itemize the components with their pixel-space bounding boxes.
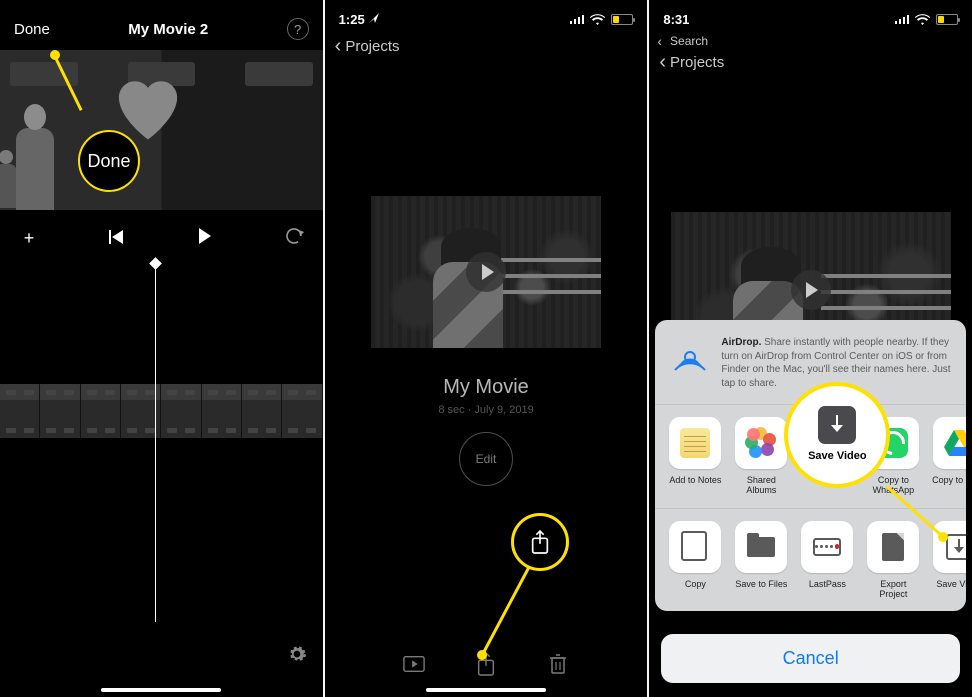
cancel-button[interactable]: Cancel — [661, 634, 960, 683]
back-chevron-icon[interactable]: ‹ — [659, 52, 666, 72]
status-time: 8:31 — [663, 12, 689, 27]
back-chevron-icon[interactable]: ‹ — [335, 36, 342, 56]
action-save-to-files[interactable]: Save to Files — [733, 521, 789, 600]
add-media-button[interactable]: + — [18, 228, 40, 249]
airdrop-text: AirDrop. Share instantly with people nea… — [721, 336, 952, 390]
done-button[interactable]: Done — [14, 21, 50, 38]
location-icon — [369, 13, 379, 26]
screen-project-detail: 1:25 ‹ Projects — [325, 0, 650, 697]
share-apps-row[interactable]: Add to Notes Shared Albums Drive — [655, 405, 966, 508]
battery-icon — [936, 14, 958, 25]
editor-header: Done My Movie 2 ? — [0, 0, 323, 50]
annotation-share — [325, 0, 648, 697]
wifi-icon — [915, 14, 930, 25]
battery-icon — [611, 14, 633, 25]
share-copy-whatsapp[interactable]: Copy to WhatsApp — [865, 417, 921, 496]
home-indicator[interactable] — [426, 688, 546, 692]
share-shared-albums[interactable]: Shared Albums — [733, 417, 789, 496]
movie-subtitle: 8 sec · July 9, 2019 — [325, 404, 648, 416]
action-copy[interactable]: Copy — [667, 521, 723, 600]
movie-title: My Movie — [325, 376, 648, 399]
skip-back-button[interactable] — [106, 228, 128, 249]
home-indicator[interactable] — [101, 688, 221, 692]
signal-icon — [895, 14, 911, 24]
play-overlay-icon — [791, 270, 831, 310]
heart-graphic — [109, 71, 187, 144]
back-projects[interactable]: Projects — [670, 54, 724, 71]
help-button[interactable]: ? — [287, 18, 309, 40]
nav-bar: ‹ Projects — [649, 48, 972, 82]
playhead[interactable] — [155, 262, 156, 622]
screen-share-sheet: 8:31 ‹ Search ‹ Projects — [649, 0, 972, 697]
status-bar: 8:31 — [649, 0, 972, 32]
delete-button[interactable] — [547, 653, 569, 675]
screen-editor: Done My Movie 2 ? + — [0, 0, 325, 697]
project-title: My Movie 2 — [50, 21, 287, 38]
share-icon — [529, 529, 551, 555]
status-time: 1:25 — [339, 12, 365, 27]
timeline[interactable] — [0, 262, 323, 622]
share-actions-row[interactable]: Copy Save to Files LastPass Export Proje… — [655, 509, 966, 612]
video-preview — [0, 50, 323, 210]
airdrop-icon — [669, 336, 711, 378]
share-copy-to-drive[interactable]: Copy to Drive — [931, 417, 966, 496]
back-projects[interactable]: Projects — [345, 38, 399, 55]
play-overlay-icon[interactable] — [466, 252, 506, 292]
edit-button[interactable]: Edit — [459, 432, 513, 486]
signal-icon — [570, 14, 586, 24]
share-button[interactable] — [475, 653, 497, 675]
back-to-search[interactable]: ‹ Search — [649, 32, 972, 48]
play-button[interactable] — [194, 228, 216, 249]
action-lastpass[interactable]: LastPass — [799, 521, 855, 600]
nav-bar: ‹ Projects — [325, 32, 648, 66]
undo-button[interactable] — [283, 228, 305, 249]
filmstrip[interactable] — [0, 384, 323, 438]
bottom-toolbar — [325, 653, 648, 675]
wifi-icon — [590, 14, 605, 25]
airdrop-section[interactable]: AirDrop. Share instantly with people nea… — [655, 330, 966, 404]
settings-button[interactable] — [287, 644, 307, 669]
share-drive[interactable]: Drive — [799, 417, 855, 496]
share-add-to-notes[interactable]: Add to Notes — [667, 417, 723, 496]
action-export-project[interactable]: Export Project — [865, 521, 921, 600]
project-thumbnail[interactable] — [371, 196, 601, 348]
action-save-video[interactable]: Save Video — [931, 521, 966, 600]
transport-controls: + — [0, 210, 323, 262]
status-bar: 1:25 — [325, 0, 648, 32]
share-sheet: AirDrop. Share instantly with people nea… — [655, 320, 966, 611]
play-fullscreen-button[interactable] — [403, 653, 425, 675]
